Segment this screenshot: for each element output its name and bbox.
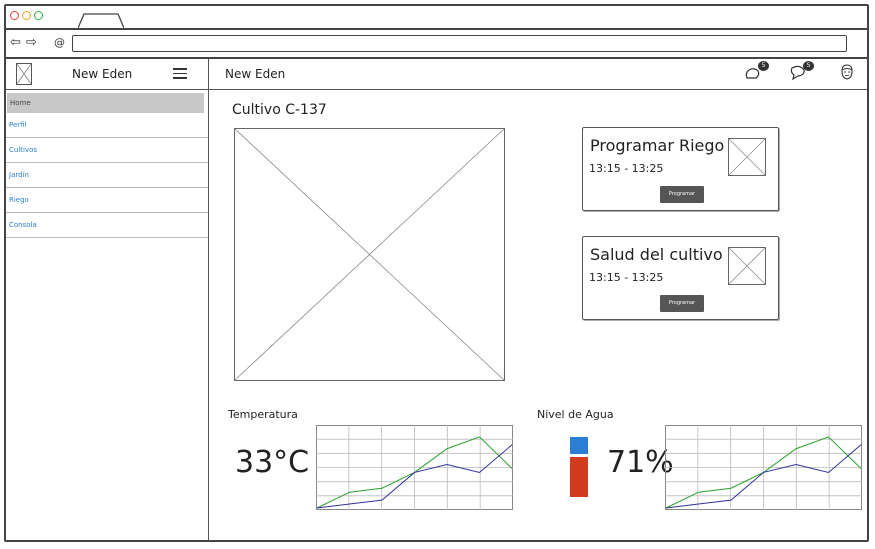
crop-health-program-button[interactable]: Programar xyxy=(660,295,704,312)
sidebar: New Eden Home Perfil Cultivos Jardín Rie… xyxy=(6,59,209,540)
sidebar-item-perfil[interactable]: Perfil xyxy=(6,113,208,138)
hamburger-menu-icon[interactable] xyxy=(173,68,187,82)
crop-health-card-title: Salud del cultivo xyxy=(590,245,723,264)
title-bar xyxy=(6,6,867,30)
sidebar-item-riego[interactable]: Riego xyxy=(6,188,208,213)
logo-placeholder-icon xyxy=(16,63,32,85)
temperature-label: Temperatura xyxy=(228,408,298,421)
irrigation-card-time: 13:15 - 13:25 xyxy=(589,162,664,175)
sidebar-item-jardin[interactable]: Jardín xyxy=(6,163,208,188)
messages-icon[interactable]: 5 xyxy=(789,61,814,86)
sidebar-title: New Eden xyxy=(72,67,133,81)
browser-tab[interactable] xyxy=(78,12,124,28)
browser-window: ⇦ ⇨ @ New Eden Home Perfil Cultivos Jard… xyxy=(4,4,869,542)
crop-image-placeholder xyxy=(234,128,505,381)
irrigation-image-placeholder xyxy=(728,138,766,176)
water-gauge-fill xyxy=(570,457,588,497)
water-level-gauge xyxy=(570,437,588,497)
sidebar-menu: Home Perfil Cultivos Jardín Riego Consol… xyxy=(6,93,208,238)
close-window-button[interactable] xyxy=(10,11,19,20)
header-title: New Eden xyxy=(225,67,286,81)
sidebar-item-consola[interactable]: Consola xyxy=(6,213,208,238)
top-header: New Eden 5 5 xyxy=(209,59,867,90)
notifications-badge: 5 xyxy=(758,61,769,71)
at-icon: @ xyxy=(54,36,65,49)
minimize-window-button[interactable] xyxy=(22,11,31,20)
address-bar: ⇦ ⇨ @ xyxy=(6,30,867,59)
crop-health-card: Salud del cultivo 13:15 - 13:25 Programa… xyxy=(582,236,779,320)
temperature-chart xyxy=(316,425,513,510)
url-input[interactable] xyxy=(72,35,847,52)
water-level-label: Nivel de Agua xyxy=(537,408,614,421)
water-level-chart xyxy=(665,425,862,510)
water-level-value: 71% xyxy=(607,445,674,480)
maximize-window-button[interactable] xyxy=(34,11,43,20)
forward-arrow-icon[interactable]: ⇨ xyxy=(26,36,37,50)
sidebar-item-home[interactable]: Home xyxy=(7,93,204,113)
messages-badge: 5 xyxy=(803,61,814,71)
irrigation-card-title: Programar Riego xyxy=(590,136,725,155)
temperature-value: 33°C xyxy=(235,445,310,480)
irrigation-program-button[interactable]: Programar xyxy=(660,186,704,203)
sidebar-header: New Eden xyxy=(6,59,208,90)
user-avatar-icon[interactable] xyxy=(839,64,855,86)
crop-health-image-placeholder xyxy=(728,247,766,285)
notifications-icon[interactable]: 5 xyxy=(744,61,769,86)
crop-health-card-time: 13:15 - 13:25 xyxy=(589,271,664,284)
crop-title: Cultivo C-137 xyxy=(232,102,327,118)
water-gauge-top xyxy=(570,437,588,454)
sidebar-item-cultivos[interactable]: Cultivos xyxy=(6,138,208,163)
main-content: Cultivo C-137 Programar Riego 13:15 - 13… xyxy=(209,90,867,540)
irrigation-card: Programar Riego 13:15 - 13:25 Programar xyxy=(582,127,779,211)
back-arrow-icon[interactable]: ⇦ xyxy=(10,36,21,50)
